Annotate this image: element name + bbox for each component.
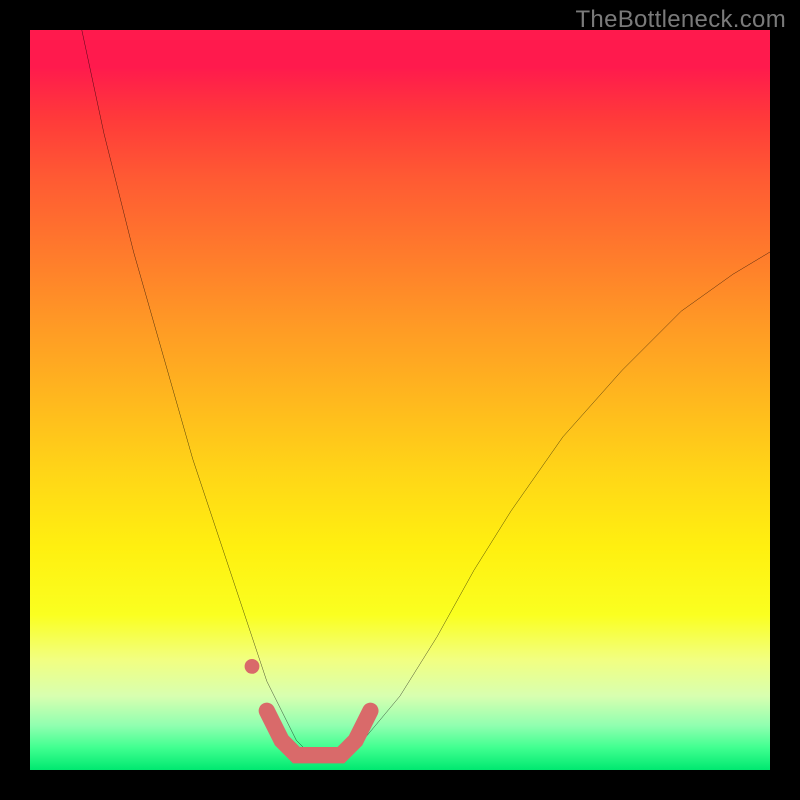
chart-svg	[30, 30, 770, 770]
watermark: TheBottleneck.com	[575, 6, 786, 34]
marker-band	[267, 711, 371, 755]
bottleneck-curve	[82, 30, 770, 755]
chart-area	[30, 30, 770, 770]
marker-dot	[245, 659, 260, 674]
